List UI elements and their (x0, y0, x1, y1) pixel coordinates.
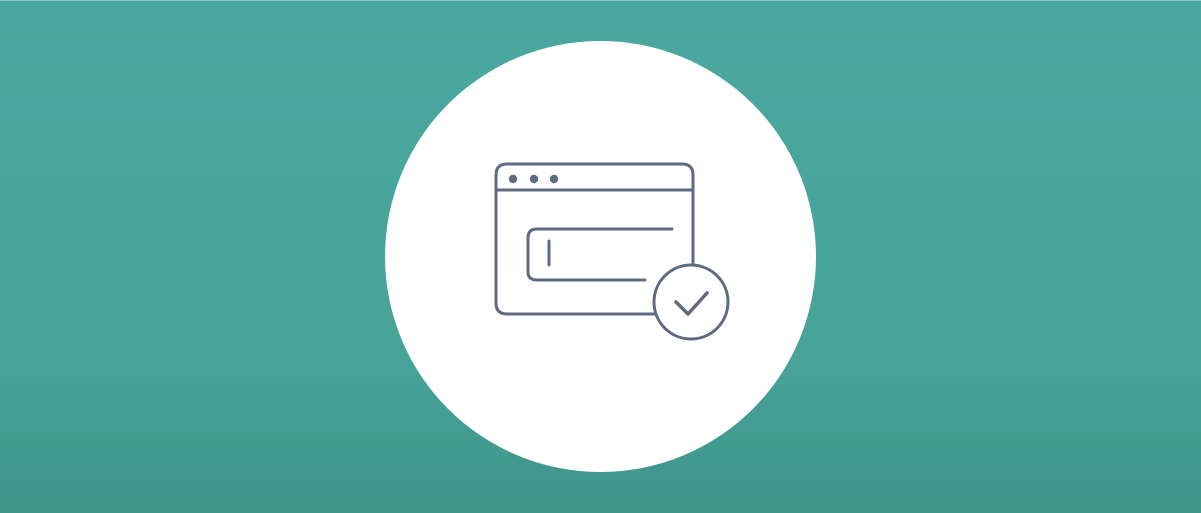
illustration (494, 162, 730, 341)
text-input-icon (526, 227, 674, 282)
window-control-dots (508, 174, 559, 184)
hero-banner (0, 0, 1201, 513)
checkmark-circle-icon (652, 263, 730, 341)
